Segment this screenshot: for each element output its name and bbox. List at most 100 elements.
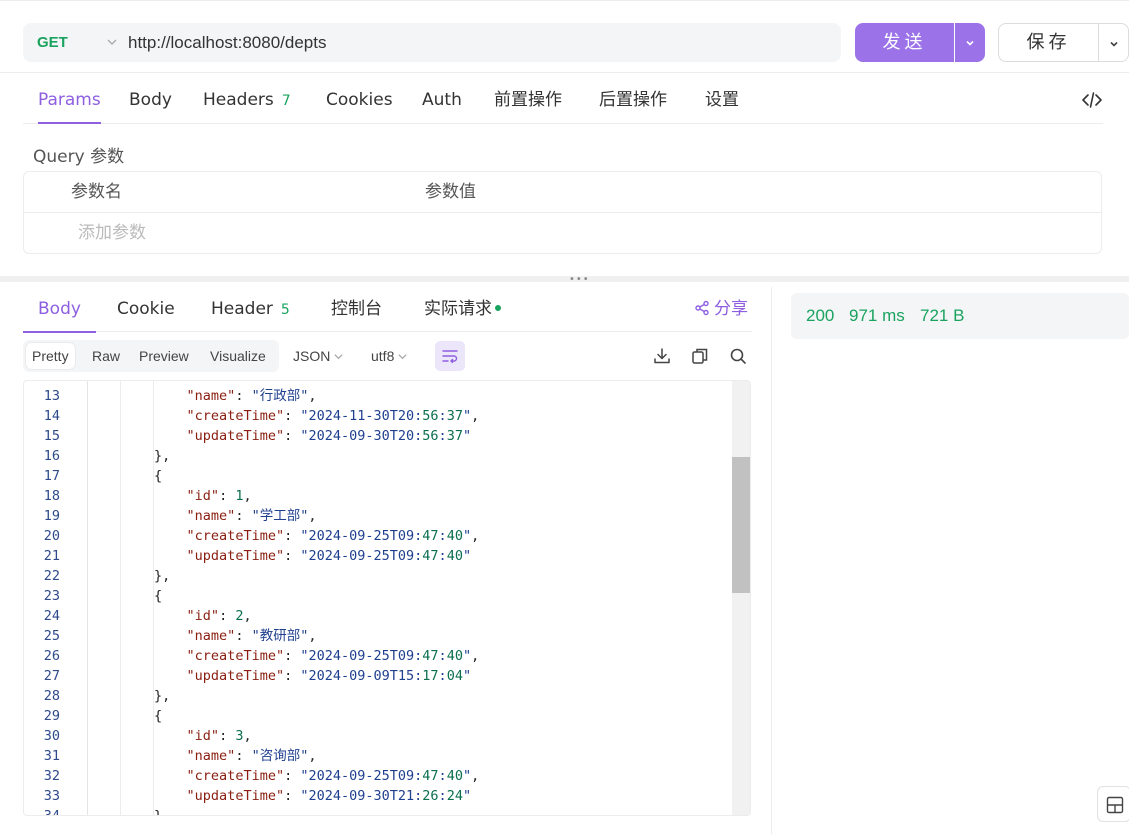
panel-splitter[interactable] — [0, 276, 1129, 282]
tab-label: 设置 — [705, 90, 739, 110]
tab-console[interactable]: 控制台 — [331, 287, 382, 332]
layout-toggle-button[interactable] — [1097, 786, 1129, 822]
send-options-button[interactable] — [955, 23, 985, 62]
chevron-down-icon — [334, 354, 343, 360]
tab-label: 控制台 — [331, 299, 382, 319]
response-size: 721 B — [920, 306, 965, 325]
tab-response-header[interactable]: Header 5 — [211, 287, 290, 332]
code-text: "name": "行政部", — [186, 388, 317, 404]
tab-label: Header — [211, 299, 273, 319]
url-bar[interactable]: GET http://localhost:8080/depts — [23, 23, 841, 62]
encoding-select[interactable]: utf8 — [371, 340, 408, 372]
code-text: "createTime": "2024-09-25T09:47:40", — [186, 648, 480, 664]
divider — [0, 72, 1129, 73]
scrollbar-thumb[interactable] — [732, 457, 750, 593]
method-select[interactable]: GET — [37, 23, 68, 62]
top-divider — [0, 0, 1129, 1]
view-mode-pretty[interactable]: Pretty — [26, 343, 75, 369]
save-button[interactable]: 保存 — [998, 23, 1098, 62]
column-header-name: 参数名 — [71, 182, 122, 202]
tab-label: 前置操作 — [494, 90, 562, 110]
drag-handle-icon[interactable]: ••• — [569, 275, 590, 285]
header-count-badge: 5 — [280, 302, 290, 318]
tab-label: Auth — [422, 90, 462, 110]
vertical-scrollbar[interactable] — [732, 381, 750, 815]
send-button[interactable]: 发送 — [855, 23, 954, 62]
tab-headers[interactable]: Headers 7 — [203, 78, 291, 123]
query-param-table: 参数名 参数值 添加参数 — [23, 171, 1102, 254]
code-text: "id": 2, — [186, 608, 252, 624]
tab-auth[interactable]: Auth — [422, 78, 462, 123]
line-number: 21 — [43, 548, 60, 564]
indicator-dot — [495, 305, 501, 311]
view-mode-switcher: Pretty Raw Preview Visualize — [23, 340, 279, 372]
line-number: 19 — [43, 508, 60, 524]
chevron-down-icon — [966, 40, 974, 46]
view-mode-preview[interactable]: Preview — [133, 343, 195, 369]
line-number: 23 — [43, 588, 60, 604]
line-number: 13 — [43, 388, 60, 404]
add-param-input[interactable]: 添加参数 — [78, 213, 146, 254]
line-number: 33 — [43, 788, 60, 804]
share-button[interactable]: 分享 — [694, 287, 748, 331]
code-icon[interactable] — [1081, 90, 1103, 110]
code-text: "name": "咨询部", — [186, 748, 317, 764]
tab-cookies[interactable]: Cookies — [326, 78, 393, 123]
code-text: "id": 1, — [186, 488, 252, 504]
tab-label: Headers — [203, 90, 274, 110]
code-text: "createTime": "2024-11-30T20:56:37", — [186, 408, 480, 424]
word-wrap-button[interactable] — [435, 341, 465, 371]
vertical-divider — [771, 287, 772, 834]
code-text: }, — [89, 568, 171, 584]
share-icon — [695, 300, 709, 316]
code-text: { — [89, 708, 163, 724]
tab-response-cookie[interactable]: Cookie — [117, 287, 175, 332]
tab-response-body[interactable]: Body — [23, 287, 96, 333]
save-options-button[interactable] — [1098, 23, 1129, 62]
tab-pre-request[interactable]: 前置操作 — [494, 78, 562, 123]
tab-actual-request[interactable]: 实际请求 — [424, 287, 501, 332]
format-select[interactable]: JSON — [293, 340, 344, 372]
code-text: { — [89, 468, 163, 484]
line-number: 14 — [43, 408, 60, 424]
tab-settings[interactable]: 设置 — [705, 78, 739, 123]
view-mode-visualize[interactable]: Visualize — [204, 343, 272, 369]
tab-body[interactable]: Body — [129, 78, 172, 123]
code-text: } — [89, 808, 163, 816]
copy-icon[interactable] — [691, 347, 709, 365]
line-number: 31 — [43, 748, 60, 764]
code-text: "updateTime": "2024-09-30T21:26:24" — [186, 788, 472, 804]
tab-label: Cookie — [117, 299, 175, 319]
tab-label: Params — [38, 90, 101, 110]
chevron-down-icon — [398, 354, 407, 360]
line-number: 32 — [43, 768, 60, 784]
code-text: }, — [89, 688, 171, 704]
line-number: 26 — [43, 648, 60, 664]
line-number: 22 — [43, 568, 60, 584]
response-code-viewer[interactable]: 13 "name": "行政部", 14 "createTime": "2024-… — [23, 380, 751, 816]
headers-count-badge: 7 — [281, 93, 291, 109]
code-text: "updateTime": "2024-09-30T20:56:37" — [186, 428, 472, 444]
line-number: 34 — [43, 808, 60, 816]
code-text: "name": "学工部", — [186, 508, 317, 524]
line-number: 24 — [43, 608, 60, 624]
tab-post-request[interactable]: 后置操作 — [599, 78, 667, 123]
url-input[interactable]: http://localhost:8080/depts — [128, 23, 326, 62]
gutter-divider — [87, 381, 88, 815]
request-tabs: Params Body Headers 7 Cookies Auth 前置操作 后… — [23, 78, 1103, 124]
response-status-panel: 200 971 ms 721 B — [791, 293, 1129, 339]
tab-label: 后置操作 — [599, 90, 667, 110]
chevron-down-icon — [1110, 41, 1118, 47]
code-text: "id": 3, — [186, 728, 252, 744]
tab-label: Body — [129, 90, 172, 110]
line-number: 25 — [43, 628, 60, 644]
line-number: 28 — [43, 688, 60, 704]
line-number: 29 — [43, 708, 60, 724]
view-mode-raw[interactable]: Raw — [86, 343, 126, 369]
search-icon[interactable] — [729, 347, 747, 365]
status-code: 200 — [806, 306, 835, 325]
chevron-down-icon[interactable] — [106, 36, 118, 48]
code-text: "createTime": "2024-09-25T09:47:40", — [186, 768, 480, 784]
tab-params[interactable]: Params — [38, 78, 101, 124]
download-icon[interactable] — [653, 347, 671, 365]
